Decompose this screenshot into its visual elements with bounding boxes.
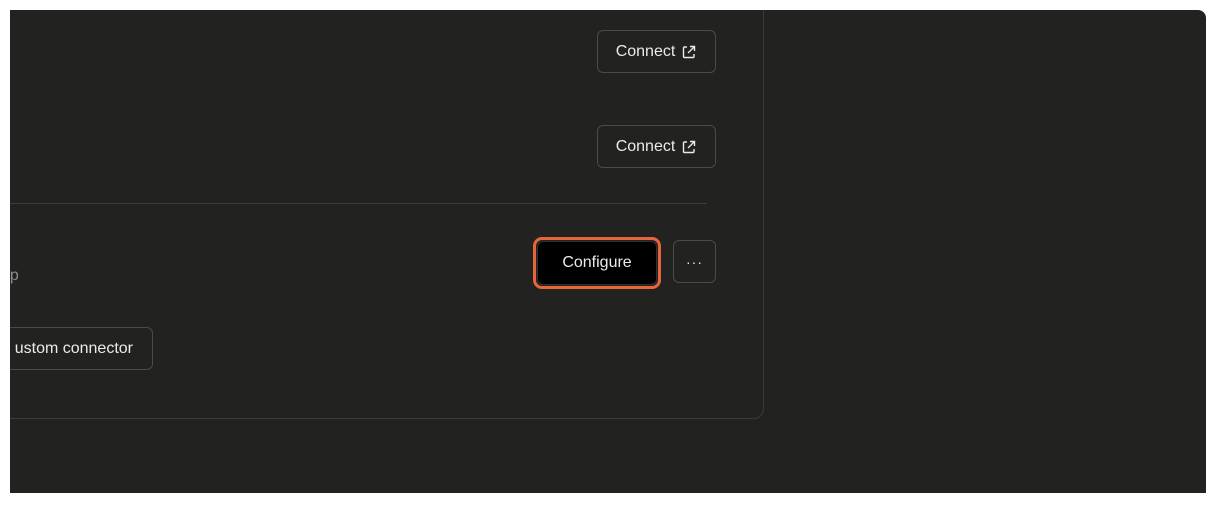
external-link-icon xyxy=(683,45,696,58)
connect-button-label: Connect xyxy=(615,42,676,60)
more-options-icon: ··· xyxy=(686,253,703,270)
connect-button-label: Connect xyxy=(615,137,676,155)
more-options-button[interactable]: ··· xyxy=(673,240,716,283)
connect-button[interactable]: Connect xyxy=(597,125,716,168)
connector-url: ncp xyxy=(10,267,19,284)
section-divider xyxy=(10,203,707,204)
add-custom-connector-label: ustom connector xyxy=(14,339,133,357)
connect-button[interactable]: Connect xyxy=(597,30,716,73)
external-link-icon xyxy=(683,140,696,153)
configure-button[interactable]: Configure xyxy=(537,241,657,285)
connectors-panel: Connect Connect ncp Configure ··· ustom … xyxy=(10,10,764,419)
settings-window: Connect Connect ncp Configure ··· ustom … xyxy=(10,10,1206,493)
add-custom-connector-button[interactable]: ustom connector xyxy=(10,327,153,370)
